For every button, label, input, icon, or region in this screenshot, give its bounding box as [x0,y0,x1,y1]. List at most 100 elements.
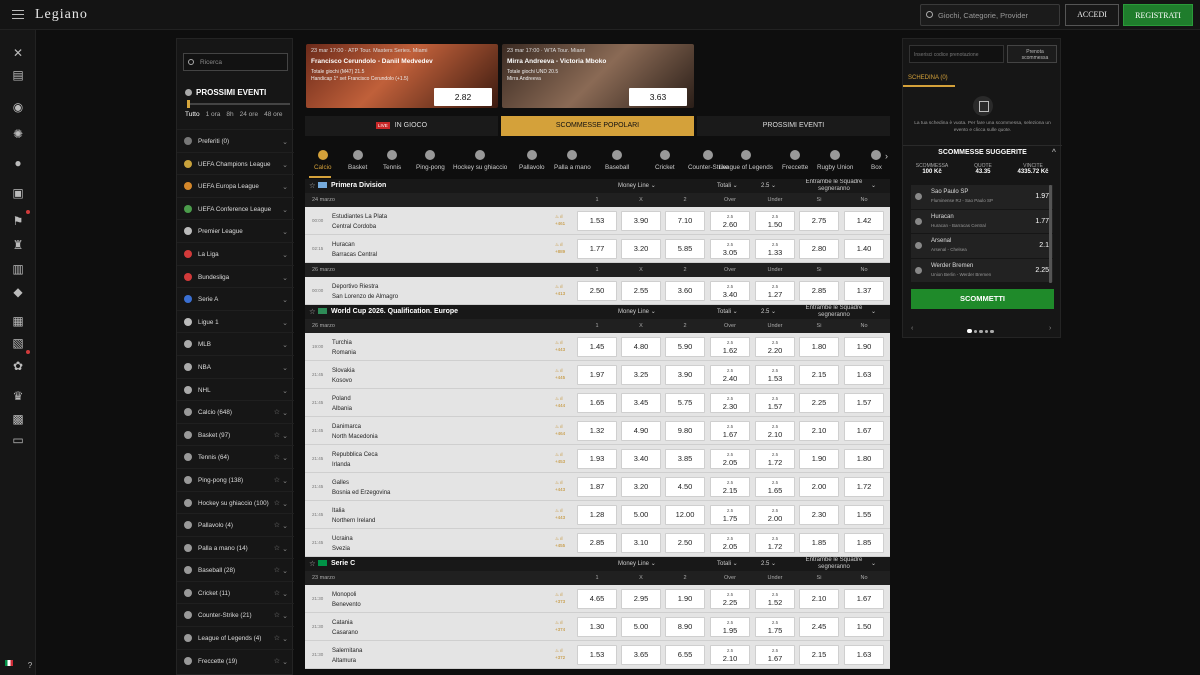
sport-tab[interactable]: Box [871,148,882,171]
odd-button[interactable]: 2.85 [799,281,839,301]
event-teams[interactable]: Deportivo Riestra San Lorenzo de Almagro [332,282,398,302]
login-button[interactable]: ACCEDI [1065,4,1119,26]
promo-odd-button[interactable]: 3.63 [629,88,687,106]
sidebar-item[interactable]: Baseball (28) ☆ ⌄ [177,558,294,581]
odd-button[interactable]: 1.90 [799,449,839,469]
odd-button[interactable]: 1.50 [844,617,884,637]
pager-dot[interactable] [973,329,977,333]
total-line-select[interactable]: 2.5 ⌄ [761,182,776,189]
star-icon[interactable]: ☆ [274,453,280,461]
event-stats[interactable]: ♨ ıl +464 [555,423,565,437]
event-row[interactable]: 00:00 Estudiantes La Plata Central Cordoba… [305,207,890,235]
odd-button[interactable]: 1.67 [844,589,884,609]
odd-button[interactable]: 5.85 [665,239,705,259]
chevron-down-icon[interactable]: ⌄ [282,138,288,146]
event-stats[interactable]: ♨ ıl +372 [555,647,565,661]
sport-tab[interactable]: League of Legends [719,148,773,171]
sidebar-item[interactable]: Serie A ⌄ [177,287,294,310]
odd-button[interactable]: 1.85 [844,533,884,553]
chevron-down-icon[interactable]: ⌄ [282,251,288,259]
odd-button[interactable]: 2.5 1.95 [710,617,750,637]
brand-logo[interactable]: Legiano [35,7,88,23]
total-line-select[interactable]: 2.5 ⌄ [761,308,776,315]
odd-button[interactable]: 1.42 [844,211,884,231]
chevron-up-icon[interactable]: ^ [1052,146,1056,160]
chevron-down-icon[interactable]: ⌄ [282,228,288,236]
time-filter-0[interactable]: Tutto [185,111,200,118]
global-search-input[interactable]: Giochi, Categorie, Provider [920,4,1060,26]
odd-button[interactable]: 5.75 [665,393,705,413]
odd-button[interactable]: 2.5 2.30 [710,393,750,413]
odd-button[interactable]: 4.50 [665,477,705,497]
totals-select[interactable]: Totali ⌄ [717,182,738,189]
sidebar-item[interactable]: Ping-pong (138) ☆ ⌄ [177,467,294,491]
event-stats[interactable]: ♨ ıl +455 [555,535,565,549]
odd-button[interactable]: 2.5 1.75 [710,505,750,525]
chips-icon[interactable]: ✿ [10,359,26,373]
event-teams[interactable]: Huracan Barracas Central [332,240,377,260]
sidebar-item[interactable]: Hockey su ghiaccio (100) ☆ ⌄ [177,490,294,514]
league-header[interactable]: ☆ World Cup 2026. Qualification. Europe Mo… [305,305,890,319]
btts-select[interactable]: Entrambe le Squadre segneranno [802,305,866,319]
suggested-pick[interactable]: Arsenal Arsenal - Chelsea 2.1 [911,234,1053,259]
chevron-down-icon[interactable]: ⌄ [282,432,288,440]
sidebar-item[interactable]: La Liga ⌄ [177,241,294,265]
odd-button[interactable]: 2.5 2.20 [755,337,795,357]
odd-button[interactable]: 1.87 [577,477,617,497]
odd-button[interactable]: 2.50 [665,533,705,553]
chevron-down-icon[interactable]: ⌄ [282,183,288,191]
sport-tab[interactable]: Tennis [383,148,401,171]
odd-button[interactable]: 3.60 [665,281,705,301]
place-bet-button[interactable]: SCOMMETTI [911,289,1054,309]
odd-button[interactable]: 1.80 [799,337,839,357]
star-icon[interactable]: ☆ [309,559,316,568]
gamepad-icon[interactable]: ▭ [10,433,26,447]
event-row[interactable]: 21:45 Ucraina Svezia ♨ ıl +455 2.85 3.10 2.50 2.… [305,529,890,557]
event-stats[interactable]: ♨ ıl +889 [555,241,565,255]
sidebar-item[interactable]: Pallavolo (4) ☆ ⌄ [177,513,294,536]
sport-tab[interactable]: Pallavolo [519,148,545,171]
league-header[interactable]: ☆ Serie C Money Line ⌄ Totali ⌄ 2.5 ⌄ Entramb… [305,557,890,571]
slider-knob[interactable] [187,100,190,108]
event-row[interactable]: 02:15 Huracan Barracas Central ♨ ıl +889 1.77… [305,235,890,263]
odd-button[interactable]: 1.85 [799,533,839,553]
sport-tab[interactable]: Cricket [655,148,675,171]
odd-button[interactable]: 12.00 [665,505,705,525]
chevron-down-icon[interactable]: ⌄ [282,477,288,485]
odd-button[interactable]: 2.5 1.50 [755,211,795,231]
sidebar-item[interactable]: Freccette (19) ☆ ⌄ [177,648,294,672]
sidebar-item[interactable]: Preferiti (0) ⌄ [177,129,294,152]
sport-tab[interactable]: Freccette [782,148,808,171]
promo-odd-button[interactable]: 2.82 [434,88,492,106]
chevron-down-icon[interactable]: ⌄ [282,364,288,372]
odd-button[interactable]: 3.25 [621,365,661,385]
sidebar-item[interactable]: UEFA Europa League ⌄ [177,174,294,197]
chevron-down-icon[interactable]: ⌄ [282,612,288,620]
odd-button[interactable]: 1.72 [844,477,884,497]
odd-button[interactable]: 3.10 [621,533,661,553]
odd-button[interactable]: 1.90 [844,337,884,357]
chevron-down-icon[interactable]: ⌄ [282,545,288,553]
suggested-pick[interactable]: Sao Paulo SP Fluminense RJ - Sao Paulo SP… [911,185,1053,210]
odd-button[interactable]: 2.5 1.52 [755,589,795,609]
chevron-down-icon[interactable]: ⌄ [282,296,288,304]
chevron-down-icon[interactable]: ⌄ [282,590,288,598]
odd-button[interactable]: 3.20 [621,477,661,497]
star-icon[interactable]: ☆ [274,589,280,597]
odd-button[interactable]: 1.63 [844,645,884,665]
total-line-select[interactable]: 2.5 ⌄ [761,560,776,567]
odd-button[interactable]: 3.85 [665,449,705,469]
odd-button[interactable]: 8.90 [665,617,705,637]
event-row[interactable]: 19:00 Turchia Romania ♨ ıl +443 1.45 4.80 5.90 2… [305,333,890,361]
odd-button[interactable]: 2.95 [621,589,661,609]
odd-button[interactable]: 1.55 [844,505,884,525]
odd-button[interactable]: 2.85 [577,533,617,553]
sport-tab[interactable]: Palla a mano [554,148,591,171]
chevron-down-icon[interactable]: ⌄ [282,319,288,327]
odd-button[interactable]: 1.53 [577,645,617,665]
event-stats[interactable]: ♨ ıl +444 [555,395,565,409]
odd-button[interactable]: 2.5 1.62 [710,337,750,357]
moneyline-select[interactable]: Money Line ⌄ [618,560,656,567]
odd-button[interactable]: 2.45 [799,617,839,637]
sidebar-search-input[interactable]: Ricerca [183,53,288,71]
